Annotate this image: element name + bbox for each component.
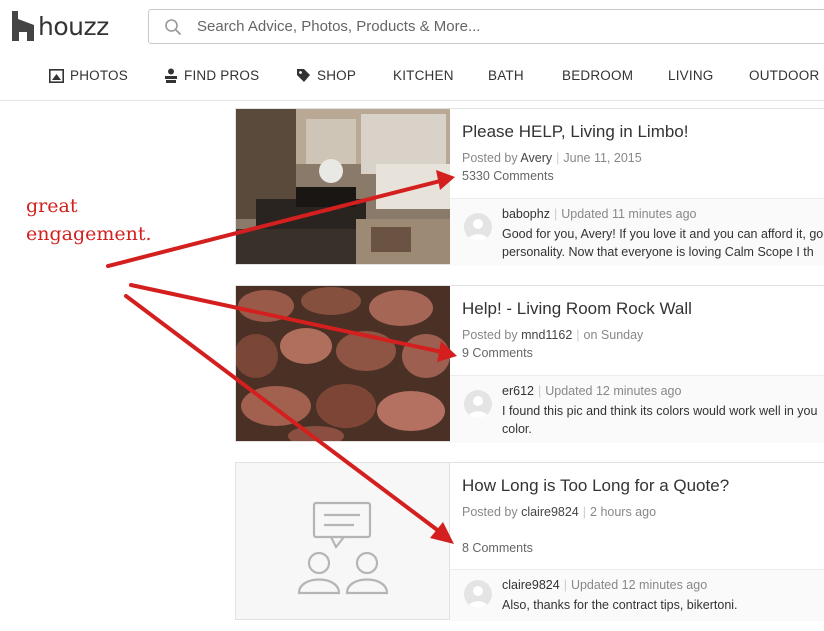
nav-bath-label: BATH [488,68,524,83]
reply-username[interactable]: er612 [502,384,534,398]
nav-outdoor[interactable]: OUTDOOR [749,68,819,83]
post-meta: Posted by claire9824 | 2 hours ago [462,505,657,519]
latest-reply[interactable]: babophz | Updated 11 minutes ago Good for … [450,198,824,266]
discussion-thumbnail[interactable] [236,463,450,619]
reply-text: Good for you, Avery! If you love it and … [502,227,824,259]
reply-text: Also, thanks for the contract tips, bike… [502,598,738,612]
latest-reply[interactable]: claire9824 | Updated 12 minutes ago Also, … [450,569,824,621]
find-pros-icon [165,68,177,83]
nav-bath[interactable]: BATH [488,68,524,83]
nav-bedroom[interactable]: BEDROOM [562,68,633,83]
discussion-title[interactable]: How Long is Too Long for a Quote? [462,476,729,496]
brand-name: houzz [38,11,109,41]
discussion-title[interactable]: Please HELP, Living in Limbo! [462,122,689,142]
nav-bedroom-label: BEDROOM [562,68,634,83]
reply-text: I found this pic and think its colors wo… [502,404,818,436]
main-nav: PHOTOS FIND PROS SHOP KITCHEN BATH BEDRO… [0,60,824,94]
avatar[interactable] [464,390,492,418]
avatar[interactable] [464,213,492,241]
reply-updated: Updated 12 minutes ago [570,578,708,592]
post-date: June 11, 2015 [563,151,642,165]
living-room-photo [236,109,450,264]
annotation-line-2: engagement. [26,223,152,245]
post-meta: Posted by Avery | June 11, 2015 [462,151,642,165]
posted-by-label: Posted by [462,328,518,342]
discussion-thumbnail[interactable] [236,286,450,441]
discussion-card[interactable]: Please HELP, Living in Limbo! Posted by … [235,108,824,266]
search-input[interactable] [197,10,797,43]
reply-username[interactable]: babophz [502,207,550,221]
reply-header: babophz | Updated 11 minutes ago [502,207,697,221]
annotation-text: great engagement. [26,192,152,248]
houzz-logo-icon [12,11,34,41]
top-header: houzz PHOTOS FIND PROS [0,0,824,101]
reply-updated: Updated 12 minutes ago [545,384,682,398]
post-meta: Posted by mnd1162 | on Sunday [462,328,644,342]
search-icon[interactable] [164,18,182,36]
discussion-title[interactable]: Help! - Living Room Rock Wall [462,299,692,319]
post-date: on Sunday [583,328,644,342]
author-link[interactable]: Avery [520,151,552,165]
nav-kitchen[interactable]: KITCHEN [393,68,454,83]
discussion-card[interactable]: How Long is Too Long for a Quote? Posted… [235,462,824,621]
nav-find-pros-label: FIND PROS [184,68,260,83]
reply-header: claire9824 | Updated 12 minutes ago [502,578,708,592]
latest-reply[interactable]: er612 | Updated 12 minutes ago I found thi… [450,375,824,443]
reply-updated: Updated 11 minutes ago [561,207,697,221]
reply-username[interactable]: claire9824 [502,578,560,592]
reply-header: er612 | Updated 12 minutes ago [502,384,682,398]
rock-wall-photo [236,286,450,441]
discussion-card[interactable]: Help! - Living Room Rock Wall Posted by … [235,285,824,443]
search-box[interactable] [148,9,824,44]
discussion-placeholder-icon [297,501,389,595]
nav-find-pros[interactable]: FIND PROS [164,68,259,83]
comment-count-link[interactable]: 9 Comments [462,346,533,360]
comment-count-link[interactable]: 8 Comments [462,541,533,555]
nav-outdoor-label: OUTDOOR [749,68,820,83]
discussion-thumbnail[interactable] [236,109,450,264]
comment-count-link[interactable]: 5330 Comments [462,169,554,183]
nav-photos-label: PHOTOS [70,68,128,83]
author-link[interactable]: claire9824 [521,505,579,519]
author-link[interactable]: mnd1162 [521,328,572,342]
post-date: 2 hours ago [590,505,657,519]
posted-by-label: Posted by [462,151,518,165]
nav-kitchen-label: KITCHEN [393,68,454,83]
posted-by-label: Posted by [462,505,518,519]
annotation-line-1: great [26,195,78,217]
nav-shop[interactable]: SHOP [296,68,356,83]
nav-living[interactable]: LIVING [668,68,713,83]
shop-tag-icon [297,69,310,82]
photos-icon [49,68,64,83]
nav-photos[interactable]: PHOTOS [49,68,128,83]
nav-shop-label: SHOP [317,68,357,83]
nav-living-label: LIVING [668,68,714,83]
avatar[interactable] [464,580,492,608]
houzz-logo[interactable]: houzz [12,10,109,42]
